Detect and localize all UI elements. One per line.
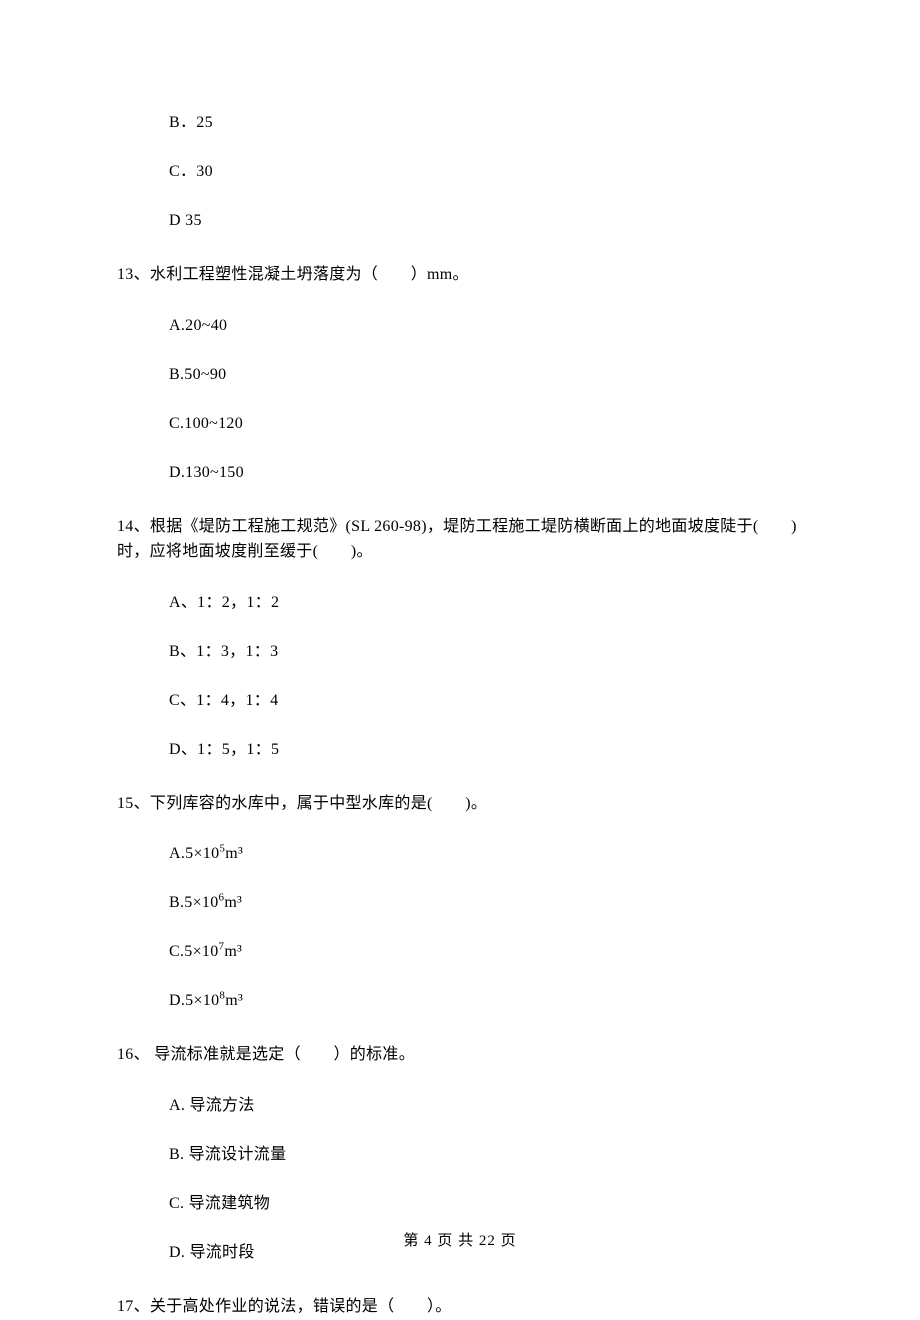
option-a: A.5×105m³ [169,846,803,862]
question-text: 14、根据《堤防工程施工规范》(SL 260-98)，堤防工程施工堤防横断面上的… [117,514,803,565]
question-15: 15、下列库容的水库中，属于中型水库的是( )。 A.5×105m³ B.5×1… [117,791,803,1010]
question-13: 13、水利工程塑性混凝土坍落度为（ ）mm。 A.20~40 B.50~90 C… [117,262,803,481]
question-text: 16、 导流标准就是选定（ ）的标准。 [117,1042,803,1068]
option-a: A.20~40 [169,318,803,334]
option-d: D.130~150 [169,465,803,481]
option-c: C、1：4，1：4 [169,693,803,709]
option-c: C.5×107m³ [169,944,803,960]
question-14: 14、根据《堤防工程施工规范》(SL 260-98)，堤防工程施工堤防横断面上的… [117,514,803,758]
option-c: C. 导流建筑物 [169,1196,803,1212]
option-d: D、1：5，1：5 [169,742,803,758]
option-c: C.100~120 [169,416,803,432]
question-text: 15、下列库容的水库中，属于中型水库的是( )。 [117,791,803,817]
option-d: D.5×108m³ [169,993,803,1009]
option-d: D 35 [169,213,803,229]
option-b: B、1：3，1：3 [169,644,803,660]
page-footer: 第 4 页 共 22 页 [0,1229,920,1250]
question-12-continuation: B．25 C．30 D 35 [117,115,803,229]
option-a: A. 导流方法 [169,1098,803,1114]
question-text: 17、关于高处作业的说法，错误的是（ ）。 [117,1294,803,1320]
option-c: C．30 [169,164,803,180]
option-b: B.5×106m³ [169,895,803,911]
option-a: A、1：2，1：2 [169,595,803,611]
option-b: B．25 [169,115,803,131]
question-text: 13、水利工程塑性混凝土坍落度为（ ）mm。 [117,262,803,288]
option-b: B.50~90 [169,367,803,383]
option-b: B. 导流设计流量 [169,1147,803,1163]
question-17: 17、关于高处作业的说法，错误的是（ ）。 [117,1294,803,1320]
